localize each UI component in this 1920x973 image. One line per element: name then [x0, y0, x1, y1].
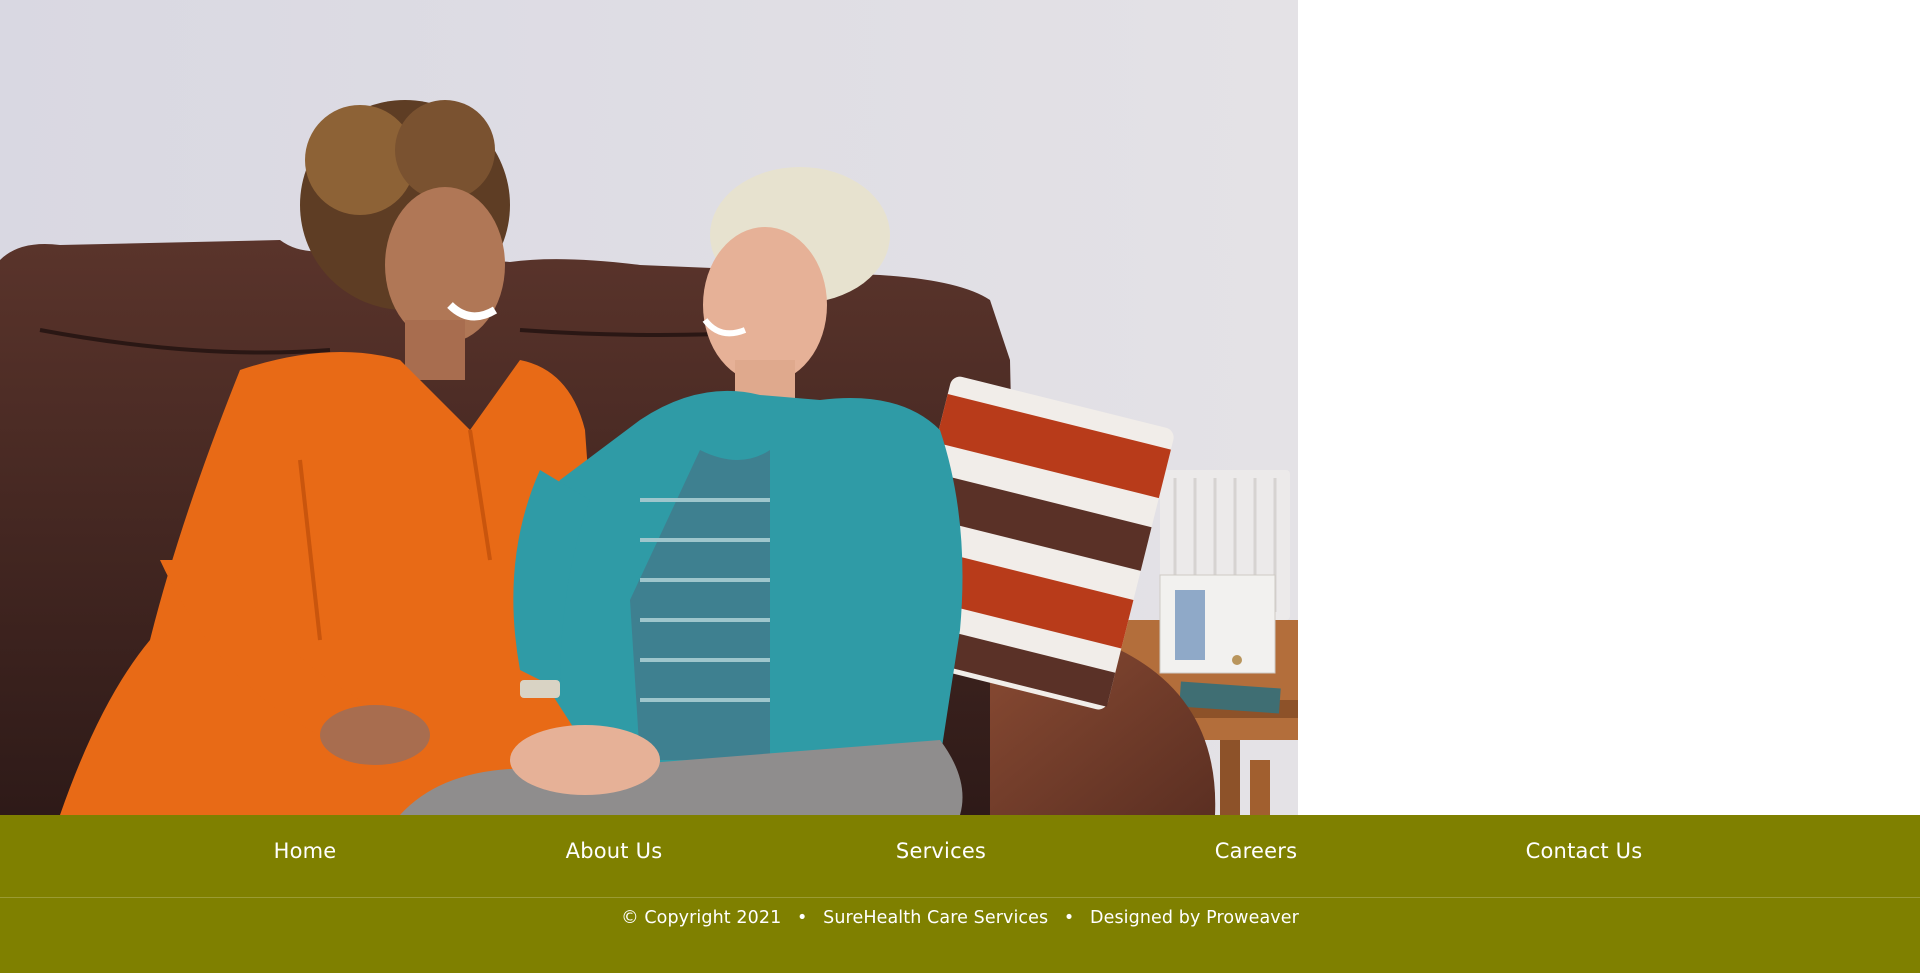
footer-copyright-bar: © Copyright 2021 • SureHealth Care Servi…	[0, 898, 1920, 973]
separator-dot: •	[797, 908, 808, 928]
page: Home About Us Services Careers Contact U…	[0, 0, 1920, 973]
copyright-text: © Copyright 2021	[621, 908, 782, 928]
copyright-line: © Copyright 2021 • SureHealth Care Servi…	[621, 908, 1299, 928]
nav-link-services[interactable]: Services	[896, 839, 986, 863]
hero-photo	[0, 0, 1298, 815]
company-name: SureHealth Care Services	[823, 908, 1049, 928]
footer-nav: Home About Us Services Careers Contact U…	[0, 815, 1920, 898]
nav-link-contact-us[interactable]: Contact Us	[1526, 839, 1643, 863]
nav-link-home[interactable]: Home	[274, 839, 337, 863]
separator-dot: •	[1063, 908, 1075, 928]
designed-by-label: Designed by	[1090, 908, 1201, 928]
hero-blank-area	[1298, 0, 1920, 815]
nav-link-careers[interactable]: Careers	[1215, 839, 1298, 863]
footer: Home About Us Services Careers Contact U…	[0, 815, 1920, 973]
designer-link[interactable]: Proweaver	[1206, 908, 1299, 928]
nav-link-about-us[interactable]: About Us	[566, 839, 663, 863]
